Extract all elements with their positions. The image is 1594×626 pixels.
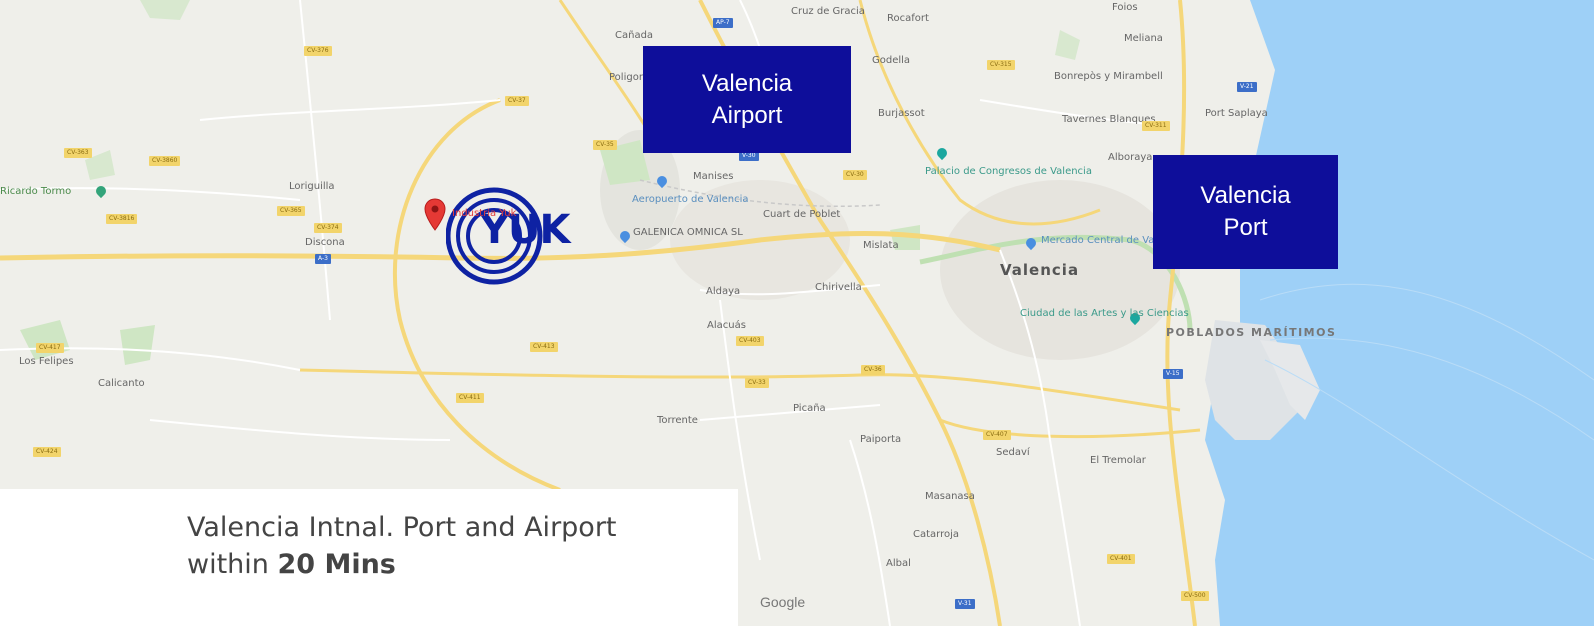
place-label: Cruz de Gracia <box>791 6 865 17</box>
caption-highlight: 20 Mins <box>277 549 396 580</box>
road-shield: CV-311 <box>1142 121 1170 131</box>
road-shield: CV-37 <box>505 96 529 106</box>
place-label: Aldaya <box>706 286 741 297</box>
place-label: Bonrepòs y Mirambell <box>1054 71 1163 82</box>
place-label: Chirivella <box>815 282 862 293</box>
road-shield: V-15 <box>1163 369 1183 379</box>
road-shield: CV-35 <box>593 140 617 150</box>
city-label: Valencia <box>1000 261 1080 279</box>
road-shield: V-21 <box>1237 82 1257 92</box>
poi-label: Aeropuerto de Valencia <box>632 194 749 205</box>
place-label: Burjassot <box>878 108 925 119</box>
place-label: Loriguilla <box>289 181 335 192</box>
road-shield: CV-315 <box>987 60 1015 70</box>
map-view[interactable]: Cruz de Gracia Rocafort Foios Cañada God… <box>0 0 1594 626</box>
logo-subtext: Industria Yuk <box>452 208 517 219</box>
road-shield: CV-363 <box>64 148 92 158</box>
road-shield: A-3 <box>315 254 331 264</box>
road-shield: CV-417 <box>36 343 64 353</box>
place-label: Mislata <box>863 240 899 251</box>
place-label: Meliana <box>1124 33 1163 44</box>
callout-line: Port <box>1223 214 1268 241</box>
poi-label: GALENICA OMNICA SL <box>633 227 743 238</box>
road-shield: CV-411 <box>456 393 484 403</box>
road-shield: CV-403 <box>736 336 764 346</box>
road-shield: CV-365 <box>277 206 305 216</box>
place-label: El Tremolar <box>1090 455 1146 466</box>
place-label: Alboraya <box>1108 152 1153 163</box>
road-shield: CV-3860 <box>149 156 181 166</box>
road-shield: CV-3816 <box>106 214 138 224</box>
road-shield: CV-424 <box>33 447 61 457</box>
caption-line-2: within 20 Mins <box>187 546 617 583</box>
road-shield: CV-376 <box>304 46 332 56</box>
place-label: Foios <box>1112 2 1138 13</box>
road-shield: CV-374 <box>314 223 342 233</box>
port-callout: Valencia Port <box>1153 155 1338 269</box>
place-label: Calicanto <box>98 378 145 389</box>
poi-label: Ciudad de las Artes y las Ciencias <box>1020 308 1189 319</box>
caption-panel: Valencia Intnal. Port and Airport within… <box>0 489 738 626</box>
place-label: Manises <box>693 171 734 182</box>
district-label: POBLADOS MARÍTIMOS <box>1166 326 1337 339</box>
place-label: Tavernes Blanques <box>1062 114 1156 125</box>
place-label: Sedaví <box>996 447 1030 458</box>
place-label: Alacuás <box>707 320 746 331</box>
road-shield: CV-30 <box>843 170 867 180</box>
road-shield: CV-36 <box>861 365 885 375</box>
place-label: Los Felipes <box>19 356 74 367</box>
place-label: Torrente <box>657 415 698 426</box>
poi-label: Ricardo Tormo <box>0 186 72 197</box>
place-label: Port Saplaya <box>1205 108 1268 119</box>
poi-label: Palacio de Congresos de Valencia <box>925 166 1092 177</box>
poi-label: Mercado Central de Valencia <box>1041 235 1185 246</box>
place-label: Masanasa <box>925 491 975 502</box>
road-shield: CV-500 <box>1181 591 1209 601</box>
road-shield: AP-7 <box>713 18 733 28</box>
place-label: Catarroja <box>913 529 960 540</box>
google-attribution: Google <box>760 594 806 610</box>
road-shield: CV-401 <box>1107 554 1135 564</box>
place-label: Godella <box>872 55 911 66</box>
place-label: Cuart de Poblet <box>763 209 841 220</box>
place-label: Rocafort <box>887 13 929 24</box>
place-label: Picaña <box>793 403 826 414</box>
road-shield: CV-33 <box>745 378 769 388</box>
place-label: Discona <box>305 237 345 248</box>
caption-text: Valencia Intnal. Port and Airport within… <box>187 509 617 583</box>
place-label: Paiporta <box>860 434 902 445</box>
callout-line: Valencia <box>1200 182 1291 209</box>
callout-line: Valencia <box>701 69 793 97</box>
road-shield: CV-413 <box>530 342 558 352</box>
airport-callout: Valencia Airport <box>643 46 851 153</box>
caption-prefix: within <box>187 549 278 580</box>
place-label: Albal <box>886 558 911 569</box>
place-label: Cañada <box>615 30 654 41</box>
road-shield: CV-407 <box>983 430 1011 440</box>
caption-line-1: Valencia Intnal. Port and Airport <box>187 512 617 543</box>
callout-line: Airport <box>711 101 783 129</box>
road-shield: V-31 <box>955 599 975 609</box>
location-pin-icon[interactable] <box>424 198 446 232</box>
